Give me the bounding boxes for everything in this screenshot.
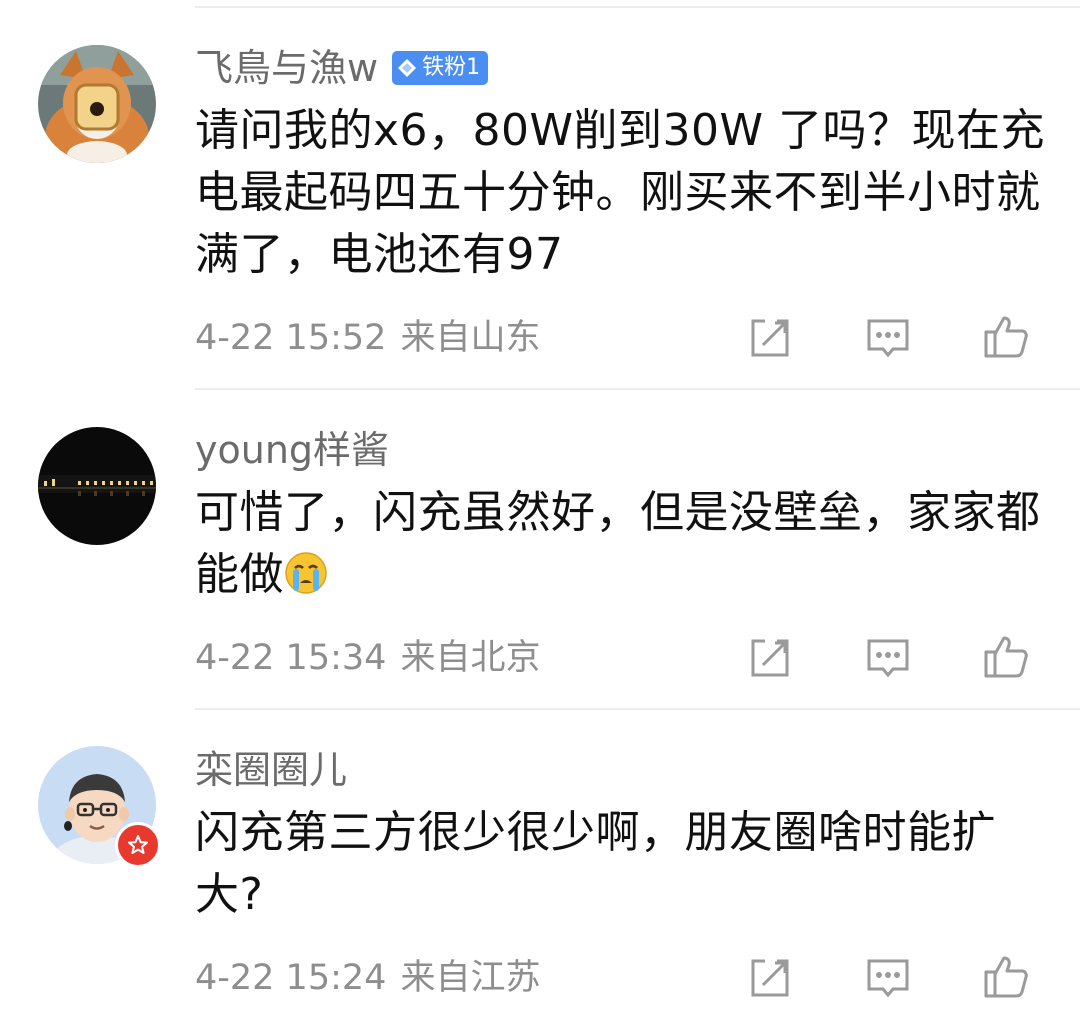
comment-time: 4-22 15:34 [195, 638, 387, 678]
comment-location: 来自山东 [400, 318, 541, 358]
comment-meta: 4-22 15:24 来自江苏 [195, 958, 540, 998]
username[interactable]: 栾圈圈儿 [195, 748, 347, 792]
crying-face-icon [285, 552, 327, 594]
comment-time: 4-22 15:24 [195, 958, 387, 998]
comment-meta: 4-22 15:52 来自山东 [195, 318, 540, 358]
username[interactable]: 飞鳥与漁w 铁粉1 [195, 46, 489, 90]
top-divider [195, 6, 1080, 8]
reply-button[interactable] [862, 312, 914, 364]
comment-location: 来自江苏 [400, 958, 541, 998]
share-button[interactable] [744, 312, 796, 364]
username[interactable]: young样酱 [195, 428, 389, 472]
diamond-icon [398, 59, 417, 77]
corgi-avatar[interactable] [38, 45, 156, 163]
verified-badge [115, 822, 161, 868]
comment-icon [867, 959, 909, 998]
username-text[interactable]: 栾圈圈儿 [195, 748, 347, 792]
like-button[interactable] [980, 950, 1032, 1002]
like-button[interactable] [980, 310, 1032, 362]
night-scene-avatar[interactable] [38, 427, 156, 545]
comment-icon [867, 319, 909, 358]
share-icon [751, 319, 789, 357]
comment-text: 请问我的x6，80W削到30W 了吗？现在充电最起码四五十分钟。刚买来不到半小时… [195, 105, 1046, 280]
comment-icon [867, 639, 909, 678]
thumbs-up-icon [984, 316, 1028, 358]
comment-divider [195, 708, 1080, 710]
comment-location: 来自北京 [400, 638, 541, 678]
star-icon [128, 835, 148, 854]
comment-text: 可惜了，闪充虽然好，但是没壁垒，家家都能做 [195, 482, 1055, 606]
share-button[interactable] [744, 632, 796, 684]
comment-time: 4-22 15:52 [195, 318, 387, 358]
share-icon [751, 639, 789, 677]
share-button[interactable] [744, 952, 796, 1004]
like-button[interactable] [980, 630, 1032, 682]
reply-button[interactable] [862, 952, 914, 1004]
share-icon [751, 959, 789, 997]
comment-text: 闪充第三方很少很少啊，朋友圈啥时能扩大? [195, 807, 996, 920]
badge-label: 铁粉1 [422, 55, 481, 80]
reply-button[interactable] [862, 632, 914, 684]
username-text[interactable]: 飞鳥与漁w [195, 46, 378, 90]
comment-divider [195, 388, 1080, 390]
fan-badge[interactable]: 铁粉1 [392, 51, 489, 85]
comment-meta: 4-22 15:34 来自北京 [195, 638, 540, 678]
thumbs-up-icon [984, 956, 1028, 998]
username-text[interactable]: young样酱 [195, 428, 389, 472]
thumbs-up-icon [984, 636, 1028, 678]
